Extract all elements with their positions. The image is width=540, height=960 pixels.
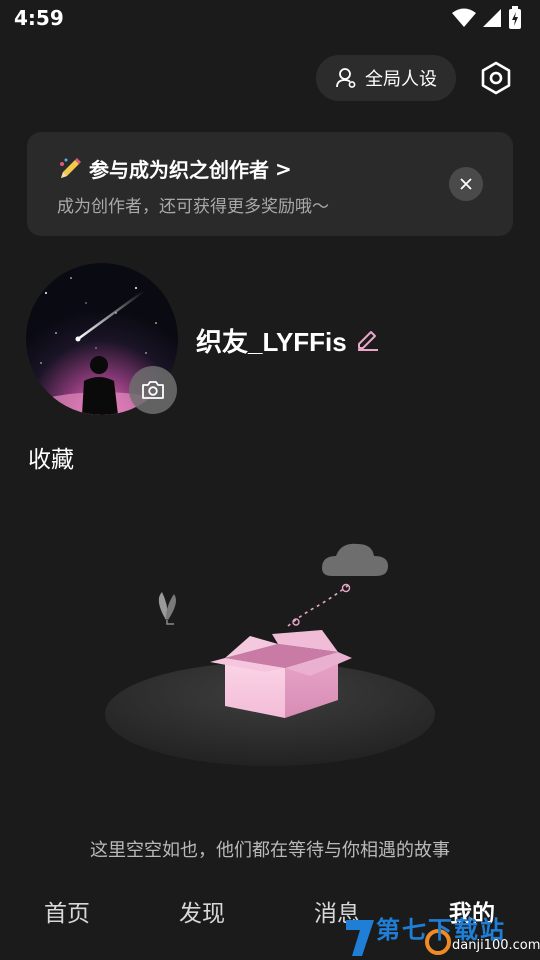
pen-icon	[60, 157, 81, 178]
creator-banner[interactable]: 参与成为织之创作者 > 成为创作者，还可获得更多奖励哦～	[27, 132, 513, 236]
banner-subtitle: 成为创作者，还可获得更多奖励哦～	[57, 197, 329, 217]
persona-icon	[336, 68, 356, 88]
nav-home[interactable]: 首页	[44, 894, 90, 928]
edit-name-button[interactable]	[355, 326, 381, 356]
banner-title[interactable]: 参与成为织之创作者 >	[57, 154, 292, 183]
banner-close-button[interactable]	[449, 167, 483, 201]
settings-icon	[481, 61, 511, 95]
banner-arrow: >	[275, 156, 292, 181]
battery-icon	[509, 6, 521, 29]
status-icons	[452, 6, 522, 30]
status-time: 4:59	[14, 6, 64, 30]
pencil-icon	[358, 331, 378, 351]
status-bar: 4:59	[0, 0, 540, 38]
username: 织友_LYFFis	[196, 327, 347, 357]
signal-icon	[483, 9, 501, 27]
close-icon	[460, 178, 472, 190]
global-persona-button[interactable]: 全局人设	[316, 55, 456, 101]
banner-title-text: 参与成为织之创作者	[89, 158, 269, 182]
wifi-icon	[452, 8, 476, 27]
change-avatar-button[interactable]	[129, 366, 177, 414]
empty-state-illustration	[100, 530, 440, 780]
watermark-domain: danji100.com	[452, 938, 540, 953]
nav-discover[interactable]: 发现	[179, 894, 225, 928]
empty-state-text: 这里空空如也，他们都在等待与你相遇的故事	[90, 840, 450, 861]
global-persona-label: 全局人设	[365, 69, 437, 90]
collection-title: 收藏	[28, 447, 74, 473]
watermark: 第七下载站 danji100.com	[340, 906, 540, 960]
camera-icon	[142, 381, 164, 399]
settings-button[interactable]	[476, 58, 516, 98]
